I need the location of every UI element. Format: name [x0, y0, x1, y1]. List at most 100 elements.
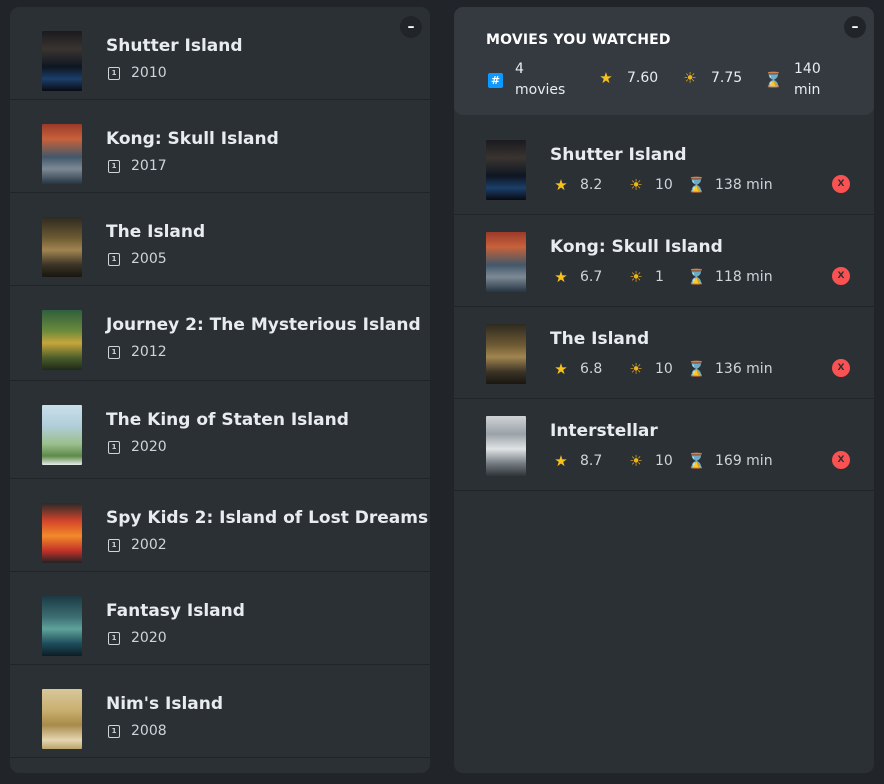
movie-year-row: 1 2020	[106, 439, 349, 455]
watched-list-item: The Island ★ 6.8 ☀ 10 ⌛ 136 min X	[454, 307, 874, 399]
movie-year-row: 1 2005	[106, 251, 205, 267]
hourglass-icon: ⌛	[687, 176, 706, 194]
watched-user-rating: ☀ 10	[627, 360, 687, 378]
remove-watched-button[interactable]: X	[832, 359, 850, 377]
hourglass-icon: ⌛	[764, 71, 783, 89]
remove-watched-button[interactable]: X	[832, 175, 850, 193]
sun-icon: ☀	[629, 360, 643, 378]
movie-list-item[interactable]: Shutter Island 1 2010	[10, 7, 430, 100]
star-icon: ★	[554, 268, 568, 286]
calendar-icon: 1	[108, 724, 120, 738]
remove-watched-button[interactable]: X	[832, 451, 850, 469]
movie-info: Nim's Island 1 2008	[106, 693, 223, 739]
summary-runtime-unit: min	[794, 82, 821, 98]
watched-imdb-rating-value: 6.7	[580, 269, 603, 285]
summary-runtime-number: 140	[794, 61, 821, 77]
movie-list: Shutter Island 1 2010 Kong: Skull Island 1 20…	[10, 7, 430, 758]
watched-imdb-rating: ★ 8.7	[552, 452, 627, 470]
summary-imdb-value: 7.60	[627, 70, 659, 86]
movie-list-item[interactable]: The King of Staten Island 1 2020	[10, 381, 430, 479]
movie-title: Kong: Skull Island	[106, 129, 279, 149]
watched-imdb-rating-value: 6.8	[580, 361, 603, 377]
movie-year: 2002	[131, 537, 167, 553]
movie-year: 2020	[131, 439, 167, 455]
movie-poster	[42, 217, 82, 277]
watched-user-rating-value: 10	[655, 361, 673, 377]
watched-list: Shutter Island ★ 8.2 ☀ 10 ⌛ 138 min X Kong: Skul…	[454, 123, 874, 491]
watched-poster	[486, 232, 526, 292]
hourglass-icon: ⌛	[687, 452, 706, 470]
collapse-results-button[interactable]: –	[400, 16, 422, 38]
watched-list-item: Kong: Skull Island ★ 6.7 ☀ 1 ⌛ 118 min X	[454, 215, 874, 307]
watched-user-rating-value: 10	[655, 453, 673, 469]
collapse-watched-button[interactable]: –	[844, 16, 866, 38]
movie-list-item[interactable]: The Island 1 2005	[10, 193, 430, 286]
star-icon: ★	[554, 452, 568, 470]
movie-list-item[interactable]: Journey 2: The Mysterious Island 1 2012	[10, 286, 430, 381]
calendar-icon: 1	[108, 159, 120, 173]
movie-year: 2020	[131, 630, 167, 646]
watched-title: Shutter Island	[550, 145, 687, 165]
watched-list-item: Interstellar ★ 8.7 ☀ 10 ⌛ 169 min X	[454, 399, 874, 491]
movie-info: Fantasy Island 1 2020	[106, 600, 245, 646]
watched-title: Kong: Skull Island	[550, 237, 723, 257]
watched-imdb-rating: ★ 8.2	[552, 176, 627, 194]
calendar-icon: 1	[108, 440, 120, 454]
watched-imdb-rating-value: 8.2	[580, 177, 603, 193]
watched-stats: ★ 8.2 ☀ 10 ⌛ 138 min	[552, 176, 787, 194]
watched-stats: ★ 6.8 ☀ 10 ⌛ 136 min	[552, 360, 787, 378]
movie-year-row: 1 2002	[106, 537, 428, 553]
summary-count-unit: movies	[515, 82, 566, 98]
movie-list-item[interactable]: Spy Kids 2: Island of Lost Dreams 1 2002	[10, 479, 430, 572]
movie-poster	[42, 689, 82, 749]
star-icon: ★	[554, 360, 568, 378]
remove-watched-button[interactable]: X	[832, 267, 850, 285]
movie-year-row: 1 2017	[106, 158, 279, 174]
movie-list-item[interactable]: Fantasy Island 1 2020	[10, 572, 430, 665]
calendar-icon: 1	[108, 631, 120, 645]
movie-title: Shutter Island	[106, 36, 243, 56]
movie-poster	[42, 596, 82, 656]
summary-runtime-value: 140 min	[794, 59, 821, 101]
star-icon: ★	[599, 69, 613, 87]
watched-user-rating: ☀ 10	[627, 176, 687, 194]
movie-info: Spy Kids 2: Island of Lost Dreams 1 2002	[106, 507, 428, 553]
watched-poster	[486, 416, 526, 476]
watched-stats: ★ 8.7 ☀ 10 ⌛ 169 min	[552, 452, 787, 470]
sun-icon: ☀	[683, 69, 697, 87]
calendar-icon: 1	[108, 66, 120, 80]
summary-imdb-rating: ★ 7.60	[597, 69, 658, 87]
watched-runtime-value: 138 min	[715, 177, 773, 193]
watched-user-rating-value: 10	[655, 177, 673, 193]
watched-runtime: ⌛ 136 min	[687, 360, 787, 378]
movie-year-row: 1 2008	[106, 723, 223, 739]
sun-icon: ☀	[629, 268, 643, 286]
summary-runtime: ⌛ 140 min	[764, 59, 821, 101]
movie-info: The Island 1 2005	[106, 221, 205, 267]
movie-year: 2012	[131, 344, 167, 360]
watched-user-rating: ☀ 1	[627, 268, 687, 286]
movie-year-row: 1 2010	[106, 65, 243, 81]
sun-icon: ☀	[629, 452, 643, 470]
watched-list-item: Shutter Island ★ 8.2 ☀ 10 ⌛ 138 min X	[454, 123, 874, 215]
movie-year: 2010	[131, 65, 167, 81]
movie-title: Spy Kids 2: Island of Lost Dreams	[106, 508, 429, 528]
watched-title: The Island	[550, 329, 650, 349]
movie-poster	[42, 503, 82, 563]
summary-user-rating: ☀ 7.75	[681, 69, 742, 87]
movie-poster	[42, 310, 82, 370]
movie-list-item[interactable]: Nim's Island 1 2008	[10, 665, 430, 758]
movie-info: Kong: Skull Island 1 2017	[106, 128, 279, 174]
watched-poster	[486, 324, 526, 384]
hash-icon: #	[488, 72, 503, 88]
watched-summary: MOVIES YOU WATCHED # 4 movies ★ 7.60 ☀ 7…	[454, 7, 874, 115]
movie-year: 2017	[131, 158, 167, 174]
movie-list-item[interactable]: Kong: Skull Island 1 2017	[10, 100, 430, 193]
movie-title: The King of Staten Island	[106, 410, 349, 430]
movie-info: Journey 2: The Mysterious Island 1 2012	[106, 314, 421, 360]
movie-year: 2008	[131, 723, 167, 739]
star-icon: ★	[554, 176, 568, 194]
movie-info: The King of Staten Island 1 2020	[106, 409, 349, 455]
calendar-icon: 1	[108, 252, 120, 266]
summary-count-value: 4 movies	[515, 59, 565, 101]
